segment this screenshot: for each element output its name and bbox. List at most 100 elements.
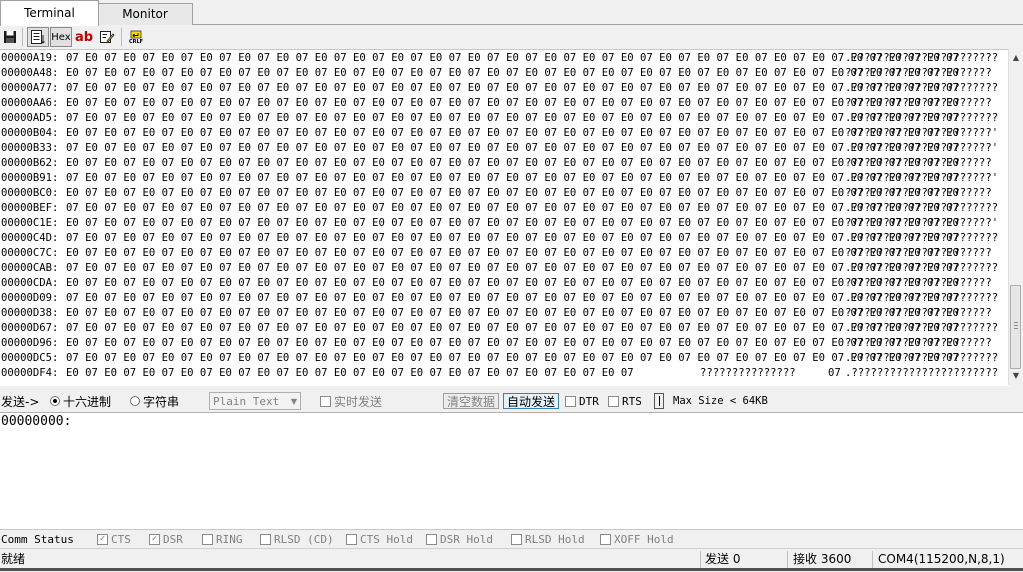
tab-terminal[interactable]: Terminal: [0, 0, 99, 26]
row-address: 00000CDA:: [1, 277, 59, 289]
row-address: 00000AD5:: [1, 112, 59, 124]
data-row: 00000DC5: 07 E0 07 E0 07 E0 07 E0 07 E0 0…: [0, 351, 1009, 366]
format-select[interactable]: Plain Text ▼: [209, 390, 301, 412]
row-hex-bytes: E0 07 E0 07 E0 07 E0 07 E0 07 E0 07 E0 0…: [66, 157, 959, 169]
string-radio[interactable]: 字符串: [130, 390, 179, 412]
hex-radio[interactable]: 十六进制: [50, 390, 111, 412]
scrollbar-thumb[interactable]: [1010, 285, 1021, 369]
arrow-up-icon[interactable]: ▲: [1009, 51, 1023, 65]
rlsd-hold-label: RLSD Hold: [525, 532, 585, 546]
row-hex-bytes: E0 07 E0 07 E0 07 E0 07 E0 07 E0 07 E0 0…: [66, 277, 959, 289]
chevron-down-icon: ▼: [290, 397, 297, 406]
row-hex-bytes: E0 07 E0 07 E0 07 E0 07 E0 07 E0 07 E0 0…: [66, 367, 634, 379]
crlf-button[interactable]: CRLF: [126, 27, 146, 47]
row-hex-bytes: 07 E0 07 E0 07 E0 07 E0 07 E0 07 E0 07 E…: [66, 172, 959, 184]
data-row: 00000D09: 07 E0 07 E0 07 E0 07 E0 07 E0 0…: [0, 291, 1009, 306]
row-ascii: ???????????????????????': [845, 127, 999, 139]
row-ascii: .??????????????????????': [845, 172, 999, 184]
row-hex-bytes: E0 07 E0 07 E0 07 E0 07 E0 07 E0 07 E0 0…: [66, 127, 959, 139]
row-address: 00000B91:: [1, 172, 59, 184]
display-mode-button[interactable]: [27, 27, 49, 47]
row-ascii: ???????????????????????: [845, 307, 992, 319]
row-ascii: ???????????????????????': [845, 217, 999, 229]
rlsd-indicator: RLSD (CD): [260, 530, 334, 548]
ring-label: RING: [216, 532, 243, 546]
row-ascii: ???????????????????????: [845, 247, 992, 259]
row-address: 00000B04:: [1, 127, 59, 139]
row-ascii: ???????????????????????: [845, 97, 992, 109]
row-ascii: .???????????????????????: [845, 322, 999, 334]
checkbox-box: [608, 395, 619, 407]
receive-data-view[interactable]: 00000A19: 07 E0 07 E0 07 E0 07 E0 07 E0 0…: [0, 49, 1009, 386]
row-hex-bytes: E0 07 E0 07 E0 07 E0 07 E0 07 E0 07 E0 0…: [66, 337, 959, 349]
auto-send-button[interactable]: 自动发送: [503, 390, 560, 412]
row-ascii: .???????????????????????: [845, 52, 999, 64]
row-hex-bytes: E0 07 E0 07 E0 07 E0 07 E0 07 E0 07 E0 0…: [66, 247, 959, 259]
row-address: 00000D67:: [1, 322, 59, 334]
data-row: 00000C7C: E0 07 E0 07 E0 07 E0 07 E0 07 E…: [0, 246, 1009, 261]
dsr-indicator: ✓ DSR: [149, 530, 183, 548]
port-settings: COM4(115200,N,8,1) C: [878, 552, 1009, 566]
send-data-text: 00000000:: [1, 414, 72, 429]
row-address: 00000C1E:: [1, 217, 59, 229]
row-hex-bytes: 07 E0 07 E0 07 E0 07 E0 07 E0 07 E0 07 E…: [66, 142, 959, 154]
data-row: 00000B33: 07 E0 07 E0 07 E0 07 E0 07 E0 0…: [0, 141, 1009, 156]
row-address: 00000DC5:: [1, 352, 59, 364]
row-address: 00000BEF:: [1, 202, 59, 214]
data-row: 00000CAB: 07 E0 07 E0 07 E0 07 E0 07 E0 0…: [0, 261, 1009, 276]
rts-checkbox[interactable]: RTS: [608, 390, 642, 412]
row-ascii: ???????????????????????: [845, 187, 992, 199]
dtr-checkbox[interactable]: DTR: [565, 390, 599, 412]
cts-label: CTS: [111, 532, 131, 546]
status-separator: [700, 551, 701, 568]
checkbox-box: [511, 533, 522, 545]
row-address: 00000A77:: [1, 82, 59, 94]
data-row: 00000BC0: E0 07 E0 07 E0 07 E0 07 E0 07 E…: [0, 186, 1009, 201]
data-row: 00000B62: E0 07 E0 07 E0 07 E0 07 E0 07 E…: [0, 156, 1009, 171]
data-row: 00000BEF: 07 E0 07 E0 07 E0 07 E0 07 E0 0…: [0, 201, 1009, 216]
row-ascii: .???????????????????????: [845, 262, 999, 274]
toolbar-separator: [22, 28, 23, 46]
row-ascii: .???????????????????????: [845, 112, 999, 124]
clear-data-button[interactable]: 清空数据: [443, 390, 500, 412]
radio-indicator: [130, 396, 140, 406]
ready-status: 就绪: [1, 552, 26, 566]
tab-bar: Terminal Monitor: [0, 0, 1023, 26]
dsr-label: DSR: [163, 532, 183, 546]
status-separator: [872, 551, 873, 568]
realtime-send-checkbox[interactable]: 实时发送: [320, 390, 382, 412]
comm-status-label: Comm Status: [1, 532, 74, 546]
row-hex-bytes: 07 E0 07 E0 07 E0 07 E0 07 E0 07 E0 07 E…: [66, 112, 959, 124]
row-ascii: ???????????????????????: [845, 157, 992, 169]
rts-label: RTS: [622, 394, 642, 408]
xoff-hold-label: XOFF Hold: [614, 532, 674, 546]
checkbox-box: [565, 395, 576, 407]
dtr-label: DTR: [579, 394, 599, 408]
splitter-handle[interactable]: [654, 390, 664, 412]
receive-scrollbar[interactable]: ▲ ▼: [1008, 49, 1023, 385]
dsr-hold-indicator: DSR Hold: [426, 530, 493, 548]
row-hex-bytes: 07 E0 07 E0 07 E0 07 E0 07 E0 07 E0 07 E…: [66, 352, 959, 364]
row-hex-bytes: E0 07 E0 07 E0 07 E0 07 E0 07 E0 07 E0 0…: [66, 307, 959, 319]
row-address: 00000B33:: [1, 142, 59, 154]
row-hex-bytes: 07 E0 07 E0 07 E0 07 E0 07 E0 07 E0 07 E…: [66, 202, 959, 214]
received-count: 接收 3600: [793, 552, 852, 566]
tab-monitor[interactable]: Monitor: [97, 3, 193, 25]
edit-script-button[interactable]: [97, 27, 117, 47]
cts-hold-indicator: CTS Hold: [346, 530, 413, 548]
splitter-icon: [654, 393, 664, 409]
row-address: 00000A48:: [1, 67, 59, 79]
arrow-down-icon[interactable]: ▼: [1009, 369, 1023, 383]
send-data-input[interactable]: 00000000:: [0, 412, 1023, 529]
ascii-toggle-button[interactable]: ab: [75, 27, 93, 47]
save-button[interactable]: [2, 27, 18, 47]
hex-toggle-button[interactable]: Hex: [50, 27, 72, 47]
ab-label: ab: [74, 29, 94, 45]
row-ascii: .???????????????????????: [845, 352, 999, 364]
checkbox-box: ✓: [97, 533, 108, 545]
row-address: 00000C7C:: [1, 247, 59, 259]
realtime-send-label: 实时发送: [334, 394, 383, 409]
row-ascii: ???????????????????????: [845, 337, 992, 349]
row-ascii: ???????????????????????: [845, 277, 992, 289]
hex-radio-label: 十六进制: [63, 394, 112, 409]
